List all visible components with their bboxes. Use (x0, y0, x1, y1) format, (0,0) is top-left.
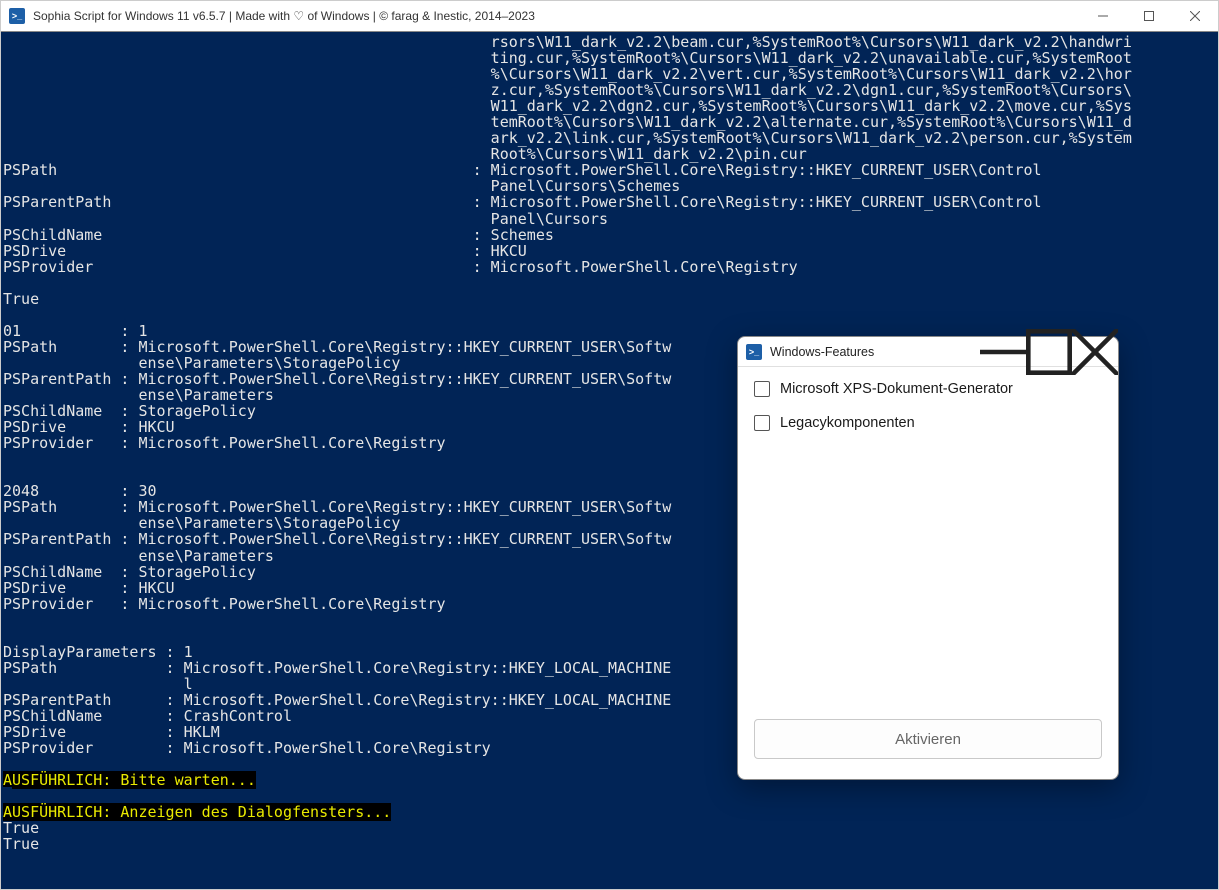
checkbox-icon[interactable] (754, 415, 770, 431)
powershell-icon: >_ (9, 8, 25, 24)
dialog-button-row: Aktivieren (738, 719, 1118, 779)
activate-button-label: Aktivieren (895, 731, 961, 748)
dialog-titlebar: >_ Windows-Features (738, 337, 1118, 367)
close-button[interactable] (1172, 1, 1218, 31)
feature-label: Microsoft XPS-Dokument-Generator (780, 381, 1013, 397)
checkbox-icon[interactable] (754, 381, 770, 397)
verbose-line-2: AUSFÜHRLICH: Anzeigen des Dialogfensters… (3, 803, 391, 821)
console-tail: True True (3, 819, 39, 853)
verbose-line-1: AUSFÜHRLICH: Bitte warten... (3, 771, 256, 789)
minimize-button[interactable] (1080, 1, 1126, 31)
activate-button[interactable]: Aktivieren (754, 719, 1102, 759)
dialog-maximize-button[interactable] (1026, 337, 1072, 367)
dialog-body: Microsoft XPS-Dokument-Generator Legacyk… (738, 367, 1118, 719)
dialog-title: Windows-Features (770, 345, 874, 359)
features-dialog: >_ Windows-Features Microsoft XPS-Dokume… (737, 336, 1119, 780)
window-title: Sophia Script for Windows 11 v6.5.7 | Ma… (33, 9, 535, 23)
dialog-minimize-button[interactable] (980, 337, 1026, 367)
feature-option-legacy[interactable]: Legacykomponenten (754, 415, 1102, 431)
dialog-close-button[interactable] (1072, 337, 1118, 367)
titlebar: >_ Sophia Script for Windows 11 v6.5.7 |… (1, 1, 1218, 31)
powershell-icon: >_ (746, 344, 762, 360)
maximize-button[interactable] (1126, 1, 1172, 31)
feature-label: Legacykomponenten (780, 415, 915, 431)
feature-option-xps[interactable]: Microsoft XPS-Dokument-Generator (754, 381, 1102, 397)
